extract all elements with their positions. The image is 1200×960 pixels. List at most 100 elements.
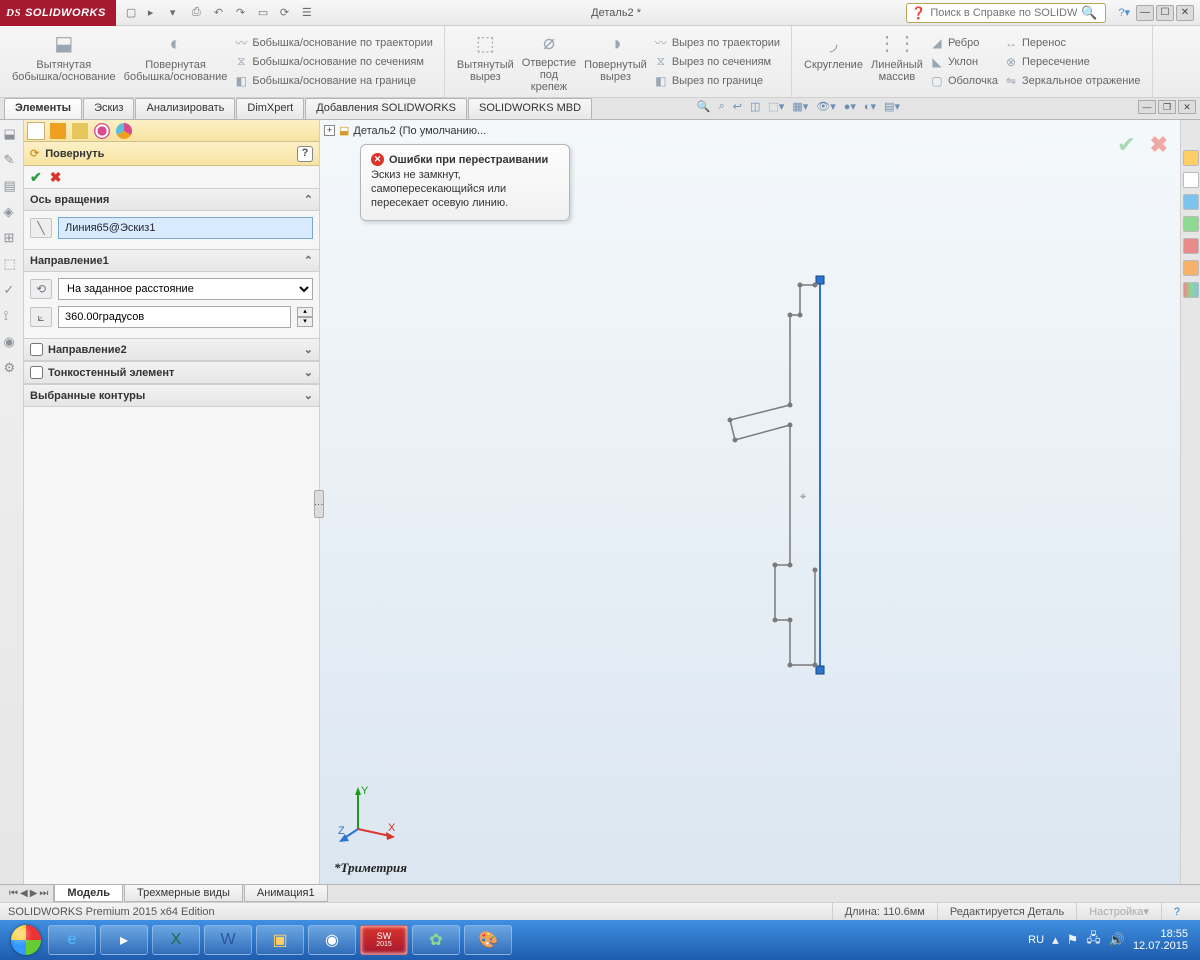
clock[interactable]: 18:5512.07.2015 xyxy=(1133,928,1194,952)
tab-sketch[interactable]: Эскиз xyxy=(83,98,134,119)
appearance-icon[interactable]: ●▾ xyxy=(844,100,856,113)
prev-view-icon[interactable]: ↩ xyxy=(733,100,742,113)
display-mgr-tab[interactable] xyxy=(116,123,132,139)
task-excel[interactable]: X xyxy=(152,925,200,955)
axis-input[interactable] xyxy=(58,217,313,239)
options-icon[interactable]: ☰ xyxy=(302,6,316,20)
hide-show-icon[interactable]: 👁▾ xyxy=(816,100,836,113)
lofted-boss-button[interactable]: ⧖Бобышка/основание по сечениям xyxy=(231,54,436,70)
revolved-cut-button[interactable]: ◑Повернутый вырез xyxy=(580,30,651,93)
view-orient-icon[interactable]: ⬚▾ xyxy=(768,100,784,113)
lofted-cut-button[interactable]: ⧖Вырез по сечениям xyxy=(651,54,783,70)
resources-tab-icon[interactable] xyxy=(1183,150,1199,166)
dimxpert-mgr-tab[interactable] xyxy=(94,123,110,139)
rib-button[interactable]: ◢Ребро xyxy=(927,35,1001,51)
render-icon[interactable]: ◉ xyxy=(4,334,20,350)
mold-icon[interactable]: ⬚ xyxy=(4,256,20,272)
dimx-icon[interactable]: ⟟ xyxy=(4,308,20,324)
zoom-fit-icon[interactable]: 🔍 xyxy=(697,100,711,113)
boundary-cut-button[interactable]: ◧Вырез по границе xyxy=(651,73,783,89)
tab-dimxpert[interactable]: DimXpert xyxy=(236,98,304,119)
sheet-icon[interactable]: ▤ xyxy=(4,178,20,194)
save-icon[interactable]: ▾ xyxy=(170,6,184,20)
linear-pattern-button[interactable]: ⋮⋮Линейный массив xyxy=(867,30,927,93)
hole-wizard-button[interactable]: ⌀Отверстие под крепеж xyxy=(518,30,580,93)
mirror-button[interactable]: ⇋Зеркальное отражение xyxy=(1001,73,1144,89)
direction2-checkbox[interactable] xyxy=(30,343,43,356)
tab-model[interactable]: Модель xyxy=(54,885,123,902)
flyout-tree[interactable]: + ⬓ Деталь2 (По умолчанию... xyxy=(324,124,486,137)
mdi-minimize[interactable]: — xyxy=(1138,100,1156,114)
zoom-area-icon[interactable]: ⌕ xyxy=(719,100,725,113)
view-palette-icon[interactable] xyxy=(1183,216,1199,232)
feature-tree-tab[interactable] xyxy=(28,123,44,139)
shell-button[interactable]: ▢Оболочка xyxy=(927,73,1001,89)
weldments-icon[interactable]: ⊞ xyxy=(4,230,20,246)
select-icon[interactable]: ▭ xyxy=(258,6,272,20)
search-icon[interactable]: 🔍 xyxy=(1081,5,1097,21)
help-icon[interactable]: ?▾ xyxy=(1112,6,1136,19)
confirm-cancel-button[interactable]: ✖ xyxy=(1150,132,1168,158)
task-chrome[interactable]: ◉ xyxy=(308,925,356,955)
direction1-header[interactable]: Направление1⌃ xyxy=(24,250,319,272)
intersect-button[interactable]: ⊗Пересечение xyxy=(1001,54,1144,70)
angle-spinner[interactable]: ▴▾ xyxy=(297,307,313,327)
task-explorer[interactable]: ▣ xyxy=(256,925,304,955)
new-icon[interactable]: ▢ xyxy=(126,6,140,20)
forum-icon[interactable] xyxy=(1183,282,1199,298)
pm-cancel-button[interactable]: ✖ xyxy=(50,169,62,186)
reverse-direction-icon[interactable]: ⟲ xyxy=(30,279,52,299)
tab-mbd[interactable]: SOLIDWORKS MBD xyxy=(468,98,592,119)
axis-section-header[interactable]: Ось вращения⌃ xyxy=(24,189,319,211)
tab-prev-icon[interactable]: ◀ xyxy=(20,888,28,899)
maximize-button[interactable]: ☐ xyxy=(1156,5,1174,21)
move-button[interactable]: ↔Перенос xyxy=(1001,35,1144,51)
help-search[interactable]: ❓ 🔍 xyxy=(906,3,1106,23)
print-icon[interactable]: ⎙ xyxy=(192,6,206,20)
features-icon[interactable]: ⬓ xyxy=(4,126,20,142)
pm-ok-button[interactable]: ✔ xyxy=(30,169,42,186)
undo-icon[interactable]: ↶ xyxy=(214,6,228,20)
status-customize[interactable]: Настройка ▾ xyxy=(1076,903,1161,920)
scene-icon[interactable]: ◐▾ xyxy=(864,100,876,113)
task-paint[interactable]: 🎨 xyxy=(464,925,512,955)
flag-icon[interactable]: ⚑ xyxy=(1067,932,1079,948)
task-media[interactable]: ▸ xyxy=(100,925,148,955)
swept-boss-button[interactable]: 〰Бобышка/основание по траектории xyxy=(231,35,436,51)
close-button[interactable]: ✕ xyxy=(1176,5,1194,21)
contours-header[interactable]: Выбранные контуры⌄ xyxy=(24,385,319,407)
confirm-ok-button[interactable]: ✔ xyxy=(1117,132,1135,158)
fillet-button[interactable]: ◞Скругление xyxy=(800,30,867,93)
status-help-icon[interactable]: ? xyxy=(1161,903,1192,920)
sketch-icon[interactable]: ✎ xyxy=(4,152,20,168)
file-explorer-icon[interactable] xyxy=(1183,194,1199,210)
property-mgr-tab[interactable] xyxy=(50,123,66,139)
graphics-viewport[interactable]: ⋮ + ⬓ Деталь2 (По умолчанию... ✕Ошибки п… xyxy=(320,120,1180,884)
tab-addins[interactable]: Добавления SOLIDWORKS xyxy=(305,98,467,119)
minimize-button[interactable]: — xyxy=(1136,5,1154,21)
pm-help-button[interactable]: ? xyxy=(297,146,313,162)
sketch-geometry[interactable]: ⌖ xyxy=(720,260,920,710)
tab-3dviews[interactable]: Трехмерные виды xyxy=(124,885,243,902)
section-view-icon[interactable]: ◫ xyxy=(750,100,760,113)
design-library-icon[interactable] xyxy=(1183,172,1199,188)
panel-splitter[interactable]: ⋮ xyxy=(314,490,324,518)
display-style-icon[interactable]: ▦▾ xyxy=(792,100,808,113)
thin-feature-header[interactable]: Тонкостенный элемент⌄ xyxy=(24,362,319,384)
task-corel[interactable]: ✿ xyxy=(412,925,460,955)
task-word[interactable]: W xyxy=(204,925,252,955)
volume-icon[interactable]: 🔊 xyxy=(1109,932,1125,948)
open-icon[interactable]: ▸ xyxy=(148,6,162,20)
show-hidden-icon[interactable]: ▴ xyxy=(1052,932,1059,948)
mdi-restore[interactable]: ❐ xyxy=(1158,100,1176,114)
tab-evaluate[interactable]: Анализировать xyxy=(135,98,235,119)
boundary-boss-button[interactable]: ◧Бобышка/основание на границе xyxy=(231,73,436,89)
tab-animation[interactable]: Анимация1 xyxy=(244,885,328,902)
custom-props-icon[interactable] xyxy=(1183,260,1199,276)
language-indicator[interactable]: RU xyxy=(1028,934,1044,946)
tab-elements[interactable]: Элементы xyxy=(4,98,82,119)
redo-icon[interactable]: ↷ xyxy=(236,6,250,20)
revolved-boss-button[interactable]: ◐Повернутая бобышка/основание xyxy=(120,30,232,93)
direction2-header[interactable]: Направление2⌄ xyxy=(24,339,319,361)
tab-next-icon[interactable]: ▶ xyxy=(30,888,38,899)
